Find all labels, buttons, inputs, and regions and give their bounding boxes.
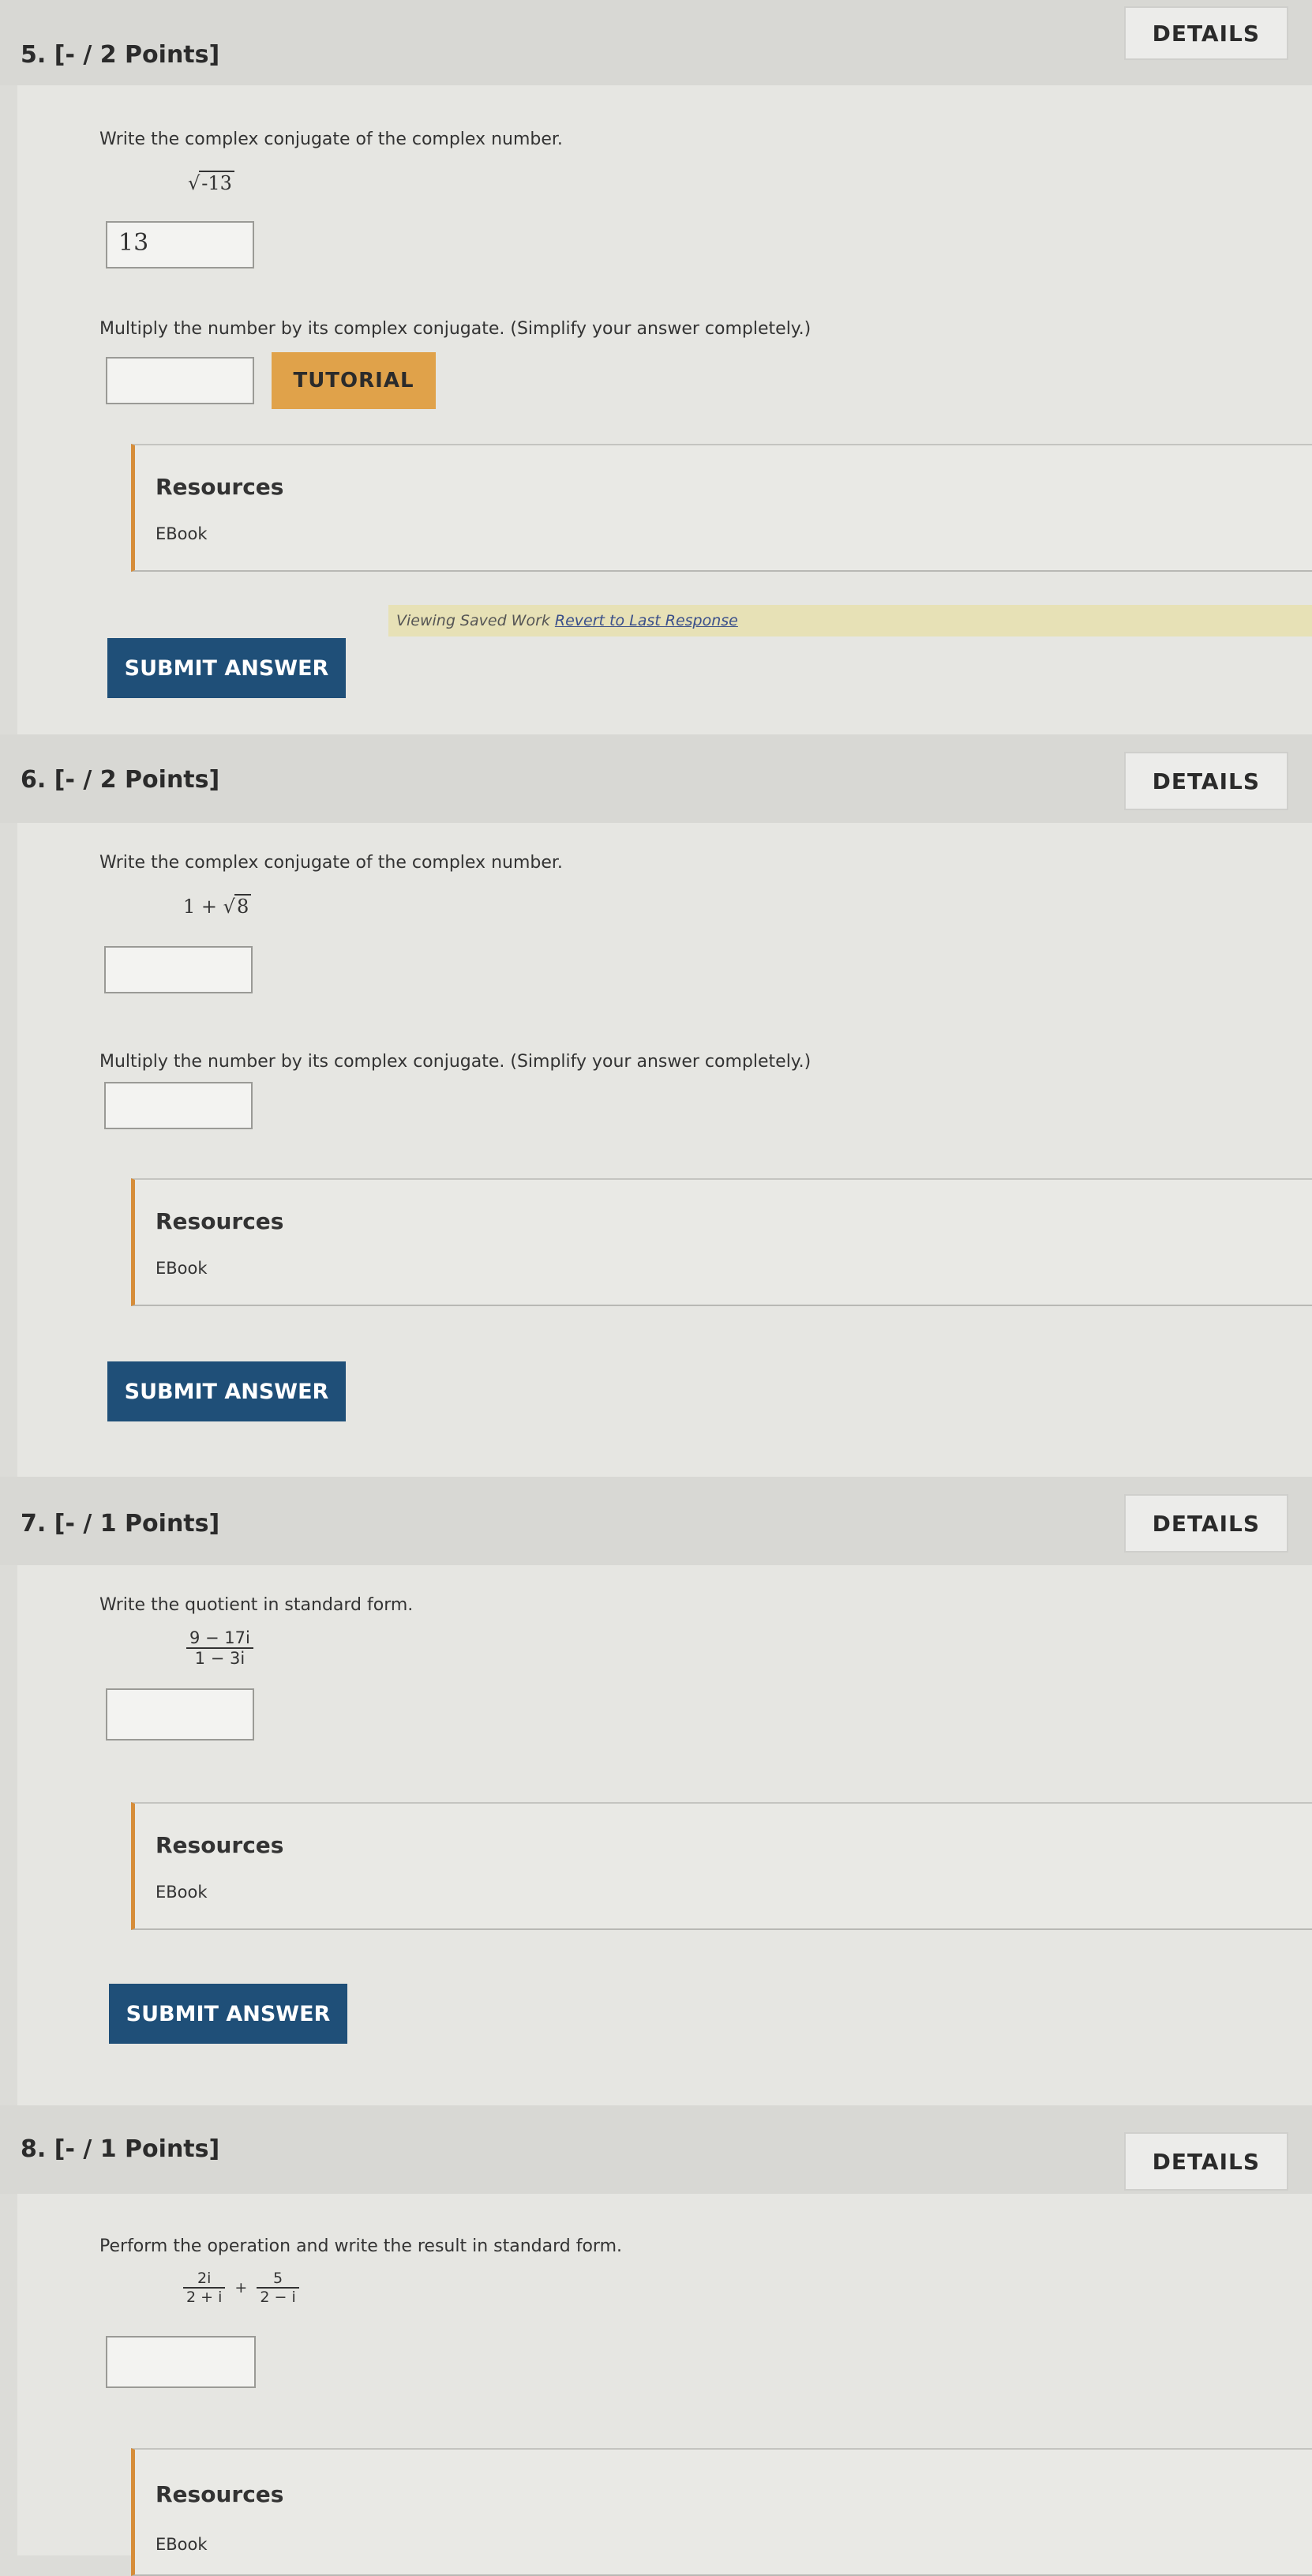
details-button[interactable]: DETAILS <box>1123 6 1288 60</box>
details-button[interactable]: DETAILS <box>1123 752 1288 810</box>
question-number: 6. [- / 2 Points] <box>21 766 220 794</box>
details-label: DETAILS <box>1152 2148 1260 2175</box>
question-number: 5. [- / 2 Points] <box>21 41 220 69</box>
question-7: 7. [- / 1 Points] DETAILS Write the quot… <box>0 1477 1312 2105</box>
tutorial-button[interactable]: TUTORIAL <box>272 352 436 409</box>
resources-panel: Resources EBook <box>131 1802 1312 1930</box>
details-label: DETAILS <box>1152 1510 1260 1537</box>
details-label: DETAILS <box>1152 768 1260 794</box>
details-label: DETAILS <box>1152 20 1260 47</box>
answer-value: 13 <box>118 229 149 257</box>
ebook-link[interactable]: EBook <box>156 2535 208 2554</box>
product-answer-input[interactable] <box>106 357 254 404</box>
resources-panel: Resources EBook <box>131 444 1312 572</box>
details-button[interactable]: DETAILS <box>1123 2132 1288 2191</box>
question-header: 6. [- / 2 Points] DETAILS <box>0 734 1312 823</box>
question-5: 5. [- / 2 Points] DETAILS Write the comp… <box>0 0 1312 734</box>
product-answer-input[interactable] <box>104 1082 253 1129</box>
submit-label: SUBMIT ANSWER <box>126 2001 331 2026</box>
prompt-operation: Perform the operation and write the resu… <box>99 2236 622 2256</box>
tutorial-label: TUTORIAL <box>293 369 414 392</box>
resources-title: Resources <box>156 474 284 500</box>
prompt-multiply: Multiply the number by its complex conju… <box>99 1052 812 1072</box>
submit-label: SUBMIT ANSWER <box>124 1379 329 1404</box>
conjugate-answer-input[interactable]: 13 <box>106 221 254 268</box>
question-body: Perform the operation and write the resu… <box>17 2194 1312 2576</box>
question-body: Write the quotient in standard form. 9 −… <box>17 1565 1312 2105</box>
expression: 9 − 17i 1 − 3i <box>186 1628 253 1668</box>
question-number: 8. [- / 1 Points] <box>21 2135 220 2163</box>
result-answer-input[interactable] <box>106 2336 256 2388</box>
details-button[interactable]: DETAILS <box>1123 1494 1288 1553</box>
ebook-link[interactable]: EBook <box>156 1883 208 1902</box>
resources-title: Resources <box>156 1208 284 1234</box>
question-body: Write the complex conjugate of the compl… <box>17 823 1312 1477</box>
quotient-answer-input[interactable] <box>106 1688 254 1740</box>
expression: 2i 2 + i + 5 2 − i <box>183 2270 299 2306</box>
submit-label: SUBMIT ANSWER <box>124 655 329 681</box>
question-6: 6. [- / 2 Points] DETAILS Write the comp… <box>0 734 1312 1477</box>
ebook-link[interactable]: EBook <box>156 524 208 543</box>
ebook-link[interactable]: EBook <box>156 1259 208 1278</box>
question-header: 8. [- / 1 Points] DETAILS <box>0 2105 1312 2194</box>
expression: 1 + √8 <box>183 894 252 918</box>
resources-title: Resources <box>156 2481 284 2507</box>
prompt-conjugate: Write the complex conjugate of the compl… <box>99 130 563 149</box>
prompt-conjugate: Write the complex conjugate of the compl… <box>99 853 563 873</box>
submit-answer-button[interactable]: SUBMIT ANSWER <box>107 1361 346 1421</box>
question-header: 7. [- / 1 Points] DETAILS <box>0 1477 1312 1565</box>
question-header: 5. [- / 2 Points] DETAILS <box>0 0 1312 85</box>
saved-work-banner: Viewing Saved Work Revert to Last Respon… <box>388 605 1312 636</box>
prompt-quotient: Write the quotient in standard form. <box>99 1595 414 1615</box>
question-number: 7. [- / 1 Points] <box>21 1510 220 1538</box>
prompt-multiply: Multiply the number by its complex conju… <box>99 319 812 339</box>
banner-text: Viewing Saved Work <box>396 612 550 629</box>
resources-panel: Resources EBook <box>131 2448 1312 2576</box>
submit-answer-button[interactable]: SUBMIT ANSWER <box>107 638 346 698</box>
expression: √-13 <box>188 171 234 194</box>
question-8: 8. [- / 1 Points] DETAILS Perform the op… <box>0 2105 1312 2576</box>
question-body: Write the complex conjugate of the compl… <box>17 85 1312 734</box>
resources-title: Resources <box>156 1832 284 1858</box>
resources-panel: Resources EBook <box>131 1178 1312 1306</box>
conjugate-answer-input[interactable] <box>104 946 253 993</box>
submit-answer-button[interactable]: SUBMIT ANSWER <box>109 1984 347 2044</box>
revert-link[interactable]: Revert to Last Response <box>555 612 738 629</box>
